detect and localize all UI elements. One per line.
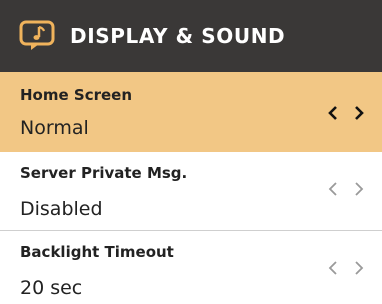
setting-label: Home Screen bbox=[20, 86, 133, 104]
chevron-right-icon[interactable] bbox=[354, 261, 364, 280]
setting-label: Server Private Msg. bbox=[20, 164, 188, 182]
menu-header: DISPLAY & SOUND bbox=[0, 0, 382, 72]
chevron-left-icon[interactable] bbox=[328, 106, 338, 125]
value-switcher bbox=[328, 106, 364, 125]
setting-value: Disabled bbox=[20, 198, 103, 220]
value-switcher bbox=[328, 261, 364, 280]
setting-row-home-screen[interactable]: Home Screen Normal bbox=[0, 72, 382, 152]
setting-value: Normal bbox=[20, 117, 89, 139]
chevron-right-icon[interactable] bbox=[354, 106, 364, 125]
music-note-box-icon bbox=[18, 20, 56, 52]
setting-row-backlight-timeout[interactable]: Backlight Timeout 20 sec bbox=[0, 231, 382, 304]
value-switcher bbox=[328, 182, 364, 201]
display-sound-menu: DISPLAY & SOUND Home Screen Normal Serve… bbox=[0, 0, 382, 304]
setting-label: Backlight Timeout bbox=[20, 243, 174, 261]
setting-value: 20 sec bbox=[20, 277, 83, 299]
menu-title: DISPLAY & SOUND bbox=[70, 24, 286, 48]
chevron-left-icon[interactable] bbox=[328, 261, 338, 280]
chevron-left-icon[interactable] bbox=[328, 182, 338, 201]
chevron-right-icon[interactable] bbox=[354, 182, 364, 201]
setting-row-server-private-msg[interactable]: Server Private Msg. Disabled bbox=[0, 152, 382, 230]
